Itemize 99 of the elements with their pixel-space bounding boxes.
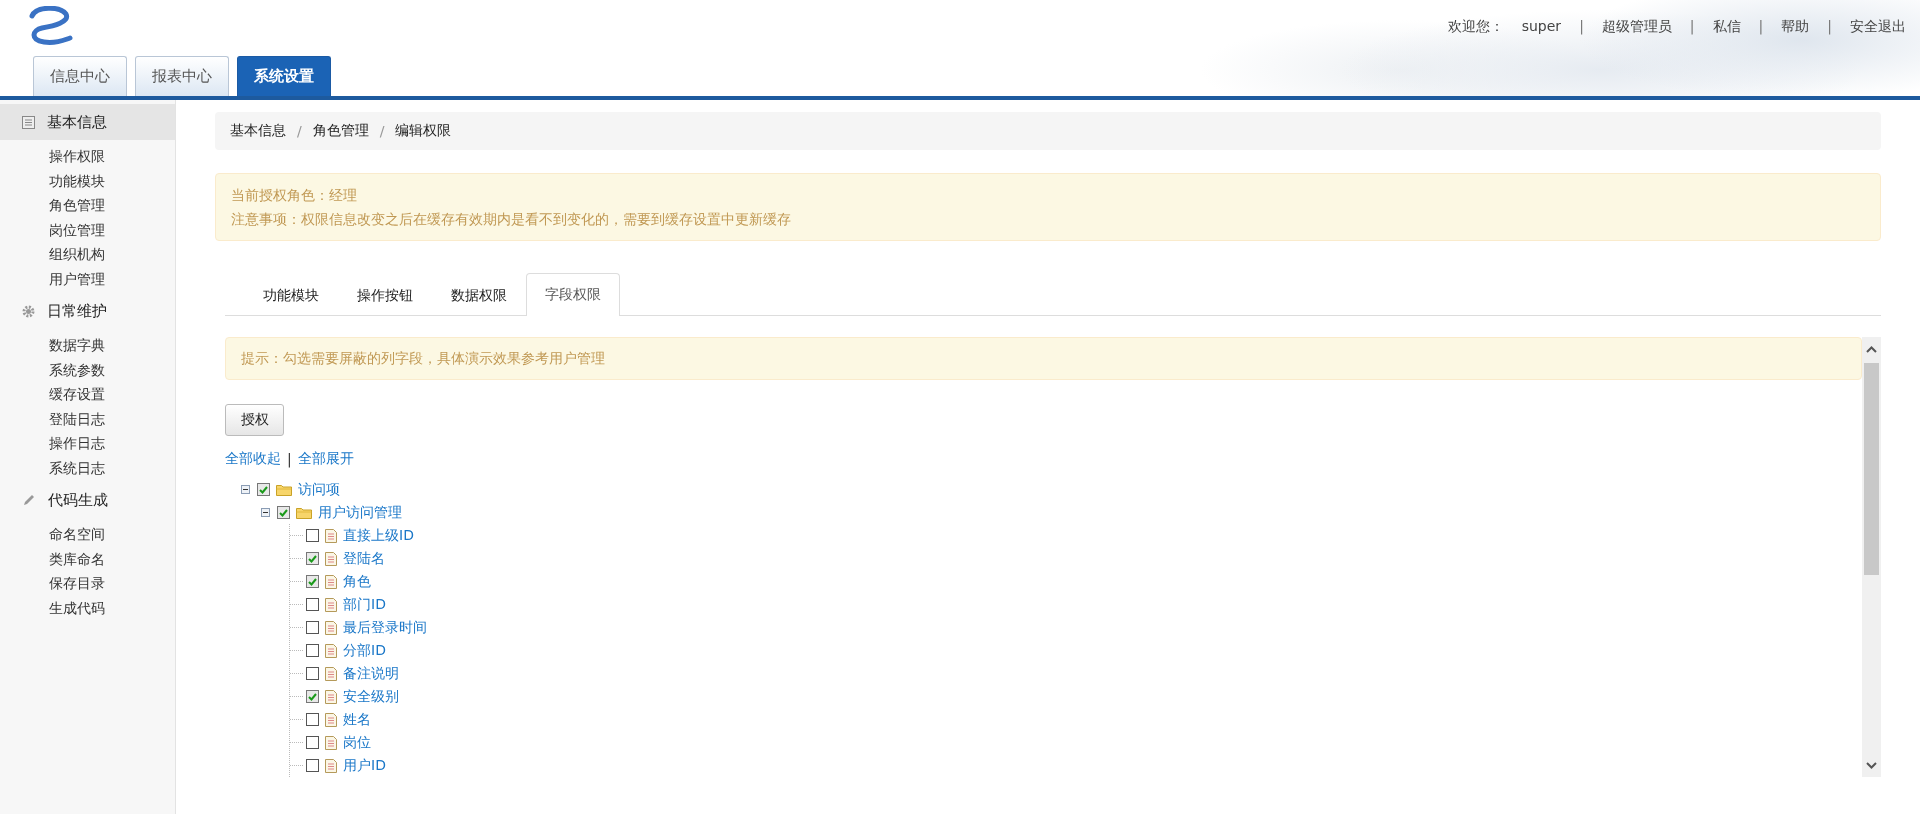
file-icon	[325, 712, 337, 727]
breadcrumb-separator: /	[379, 123, 385, 139]
sidebar-item[interactable]: 操作权限	[49, 144, 175, 169]
scrollbar[interactable]	[1862, 337, 1881, 777]
checkbox[interactable]	[306, 621, 319, 634]
separator: |	[1579, 18, 1584, 36]
list-icon	[22, 115, 35, 129]
username-text: super	[1521, 18, 1562, 36]
tree-node-label[interactable]: 备注说明	[343, 664, 399, 683]
welcome-text: 欢迎您：	[1447, 18, 1504, 36]
sidebar-item[interactable]: 数据字典	[49, 333, 175, 358]
tree-action-link[interactable]: 全部收起	[225, 450, 281, 468]
checkbox[interactable]	[306, 644, 319, 657]
permission-tab[interactable]: 功能模块	[244, 274, 338, 316]
header-link[interactable]: 超级管理员	[1601, 18, 1672, 36]
scroll-down-icon[interactable]	[1866, 761, 1877, 769]
sidebar-item[interactable]: 命名空间	[49, 522, 175, 547]
file-icon	[325, 643, 337, 658]
file-icon	[325, 574, 337, 589]
tree-node-label[interactable]: 部门ID	[343, 595, 386, 614]
tree-node-label[interactable]: 分部ID	[343, 641, 386, 660]
file-icon	[325, 666, 337, 681]
breadcrumb-separator: /	[297, 123, 302, 139]
permission-tab[interactable]: 字段权限	[526, 273, 620, 316]
checkbox[interactable]	[306, 667, 319, 680]
checkbox[interactable]	[306, 575, 319, 588]
checkbox[interactable]	[306, 552, 319, 565]
tree-node-label[interactable]: 直接上级ID	[343, 526, 414, 545]
tree-node-label[interactable]: 岗位	[343, 733, 371, 752]
gear-icon	[22, 304, 35, 318]
notice-text: 注意事项：权限信息改变之后在缓存有效期内是看不到变化的，需要到缓存设置中更新缓存	[231, 210, 792, 229]
header-link[interactable]: 帮助	[1781, 18, 1810, 36]
group-title: 日常维护	[47, 301, 107, 321]
checkbox[interactable]	[306, 713, 319, 726]
file-icon	[325, 551, 337, 566]
sidebar-item[interactable]: 登陆日志	[49, 406, 175, 431]
sidebar-item[interactable]: 缓存设置	[49, 382, 175, 407]
collapse-toggle-icon[interactable]	[241, 485, 250, 494]
tree-node-label[interactable]: 姓名	[343, 710, 371, 729]
folder-icon	[296, 506, 312, 519]
file-icon	[325, 620, 337, 635]
sidebar-item[interactable]: 操作日志	[49, 431, 175, 456]
header-link[interactable]: 安全退出	[1850, 18, 1906, 36]
file-icon	[325, 597, 337, 612]
tree-node-label[interactable]: 角色	[343, 572, 371, 591]
tree-node-label[interactable]: 登陆名	[343, 549, 385, 568]
logo-icon	[26, 6, 74, 46]
checkbox[interactable]	[306, 690, 319, 703]
collapse-toggle-icon[interactable]	[261, 508, 270, 517]
sidebar-item[interactable]: 组织机构	[49, 242, 175, 267]
tree-node-label[interactable]: 用户访问管理	[318, 503, 402, 522]
file-icon	[325, 689, 337, 704]
group-title: 代码生成	[48, 490, 108, 510]
sidebar-item[interactable]: 系统参数	[49, 357, 175, 382]
separator: |	[1827, 18, 1832, 36]
separator: |	[1689, 18, 1695, 36]
sidebar-item[interactable]: 类库命名	[49, 546, 175, 571]
sidebar-item[interactable]: 角色管理	[49, 193, 175, 218]
checkbox[interactable]	[306, 736, 319, 749]
tree-action-link[interactable]: 全部展开	[297, 450, 354, 468]
grant-button[interactable]: 授权	[225, 404, 284, 436]
breadcrumb-item[interactable]: 角色管理	[312, 122, 369, 140]
group-title: 基本信息	[47, 112, 107, 132]
permission-tab[interactable]: 操作按钮	[338, 274, 432, 316]
sidebar-item[interactable]: 岗位管理	[49, 217, 175, 242]
file-icon	[325, 735, 337, 750]
sidebar-group[interactable]: 日常维护	[0, 293, 175, 329]
tree-node-label[interactable]: 用户ID	[343, 756, 386, 775]
checkbox[interactable]	[306, 598, 319, 611]
pencil-icon	[22, 493, 36, 507]
nav-tab[interactable]: 信息中心	[33, 56, 127, 96]
checkbox[interactable]	[306, 529, 319, 542]
header-link[interactable]: 私信	[1712, 18, 1741, 36]
nav-tab[interactable]: 系统设置	[237, 56, 331, 96]
notice-text: 当前授权角色：经理	[231, 186, 358, 205]
hint-alert: 提示：勾选需要屏蔽的列字段，具体演示效果参考用户管理	[225, 337, 1862, 380]
file-icon	[325, 528, 337, 543]
breadcrumb-item[interactable]: 基本信息	[230, 122, 286, 140]
sidebar-item[interactable]: 系统日志	[49, 455, 175, 480]
tree-node-label[interactable]: 最后登录时间	[343, 618, 427, 637]
separator: |	[287, 451, 292, 467]
folder-icon	[276, 483, 292, 496]
checkbox[interactable]	[306, 759, 319, 772]
tree-node-label[interactable]: 安全级别	[343, 687, 399, 706]
checkbox[interactable]	[257, 483, 270, 496]
checkbox[interactable]	[277, 506, 290, 519]
breadcrumb-item: 编辑权限	[395, 122, 452, 140]
sidebar-group[interactable]: 代码生成	[0, 482, 175, 518]
scroll-up-icon[interactable]	[1866, 345, 1877, 353]
sidebar-item[interactable]: 用户管理	[49, 266, 175, 291]
permission-tab[interactable]: 数据权限	[432, 274, 526, 316]
sidebar-item[interactable]: 保存目录	[49, 571, 175, 596]
file-icon	[325, 758, 337, 773]
nav-tab[interactable]: 报表中心	[135, 56, 229, 96]
separator: |	[1758, 18, 1764, 36]
tree-node-label[interactable]: 访问项	[298, 480, 340, 499]
sidebar-item[interactable]: 生成代码	[49, 595, 175, 620]
sidebar-item[interactable]: 功能模块	[49, 168, 175, 193]
sidebar-group[interactable]: 基本信息	[0, 104, 175, 140]
